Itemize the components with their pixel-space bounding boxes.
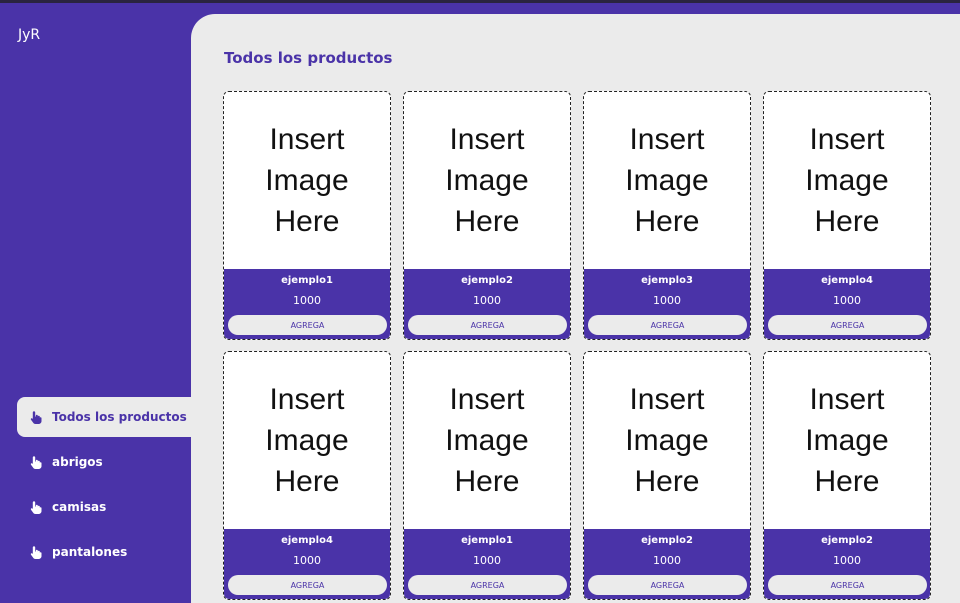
- sidebar-nav: Todos los productos abrigos camisas pant…: [17, 397, 191, 577]
- product-card-footer: ejemplo1 1000 AGREGA: [224, 269, 390, 339]
- hand-pointer-icon: [29, 455, 43, 469]
- hand-pointer-icon: [29, 410, 43, 424]
- product-card[interactable]: Insert Image Here ejemplo3 1000 AGREGA: [583, 91, 751, 340]
- product-card[interactable]: Insert Image Here ejemplo1 1000 AGREGA: [403, 351, 571, 600]
- product-card-footer: ejemplo2 1000 AGREGA: [404, 269, 570, 339]
- sidebar-item-label: camisas: [52, 500, 107, 514]
- sidebar-item-label: Todos los productos: [52, 410, 187, 424]
- product-card-footer: ejemplo4 1000 AGREGA: [224, 529, 390, 599]
- product-image-placeholder: Insert Image Here: [404, 352, 570, 529]
- add-to-cart-button[interactable]: AGREGA: [768, 575, 927, 595]
- product-name: ejemplo1: [461, 535, 513, 546]
- product-name: ejemplo1: [281, 275, 333, 286]
- sidebar-item-label: pantalones: [52, 545, 128, 559]
- product-name: ejemplo4: [821, 275, 873, 286]
- placeholder-text: Insert Image Here: [445, 123, 529, 238]
- product-image-placeholder: Insert Image Here: [764, 352, 930, 529]
- sidebar-item-abrigos[interactable]: abrigos: [17, 442, 191, 482]
- add-to-cart-button[interactable]: AGREGA: [408, 575, 567, 595]
- product-price: 1000: [653, 554, 681, 567]
- sidebar-item-pantalones[interactable]: pantalones: [17, 532, 191, 572]
- product-name: ejemplo2: [821, 535, 873, 546]
- product-image-placeholder: Insert Image Here: [404, 92, 570, 269]
- add-to-cart-button[interactable]: AGREGA: [228, 315, 387, 335]
- sidebar: JyR Todos los productos abrigos camisas …: [0, 3, 191, 603]
- product-name: ejemplo2: [641, 535, 693, 546]
- product-card[interactable]: Insert Image Here ejemplo2 1000 AGREGA: [763, 351, 931, 600]
- product-card[interactable]: Insert Image Here ejemplo2 1000 AGREGA: [403, 91, 571, 340]
- main-content: Todos los productos Insert Image Here ej…: [191, 14, 960, 603]
- product-name: ejemplo2: [461, 275, 513, 286]
- product-card-footer: ejemplo4 1000 AGREGA: [764, 269, 930, 339]
- product-card[interactable]: Insert Image Here ejemplo4 1000 AGREGA: [763, 91, 931, 340]
- add-to-cart-button[interactable]: AGREGA: [408, 315, 567, 335]
- add-to-cart-button[interactable]: AGREGA: [228, 575, 387, 595]
- add-to-cart-button[interactable]: AGREGA: [588, 575, 747, 595]
- product-image-placeholder: Insert Image Here: [584, 92, 750, 269]
- product-price: 1000: [293, 554, 321, 567]
- product-image-placeholder: Insert Image Here: [224, 92, 390, 269]
- placeholder-text: Insert Image Here: [625, 383, 709, 498]
- placeholder-text: Insert Image Here: [805, 383, 889, 498]
- product-grid: Insert Image Here ejemplo1 1000 AGREGA I…: [223, 91, 931, 600]
- sidebar-item-label: abrigos: [52, 455, 103, 469]
- placeholder-text: Insert Image Here: [805, 123, 889, 238]
- product-price: 1000: [833, 294, 861, 307]
- product-card[interactable]: Insert Image Here ejemplo4 1000 AGREGA: [223, 351, 391, 600]
- sidebar-item-todos-los-productos[interactable]: Todos los productos: [17, 397, 191, 437]
- product-card-footer: ejemplo1 1000 AGREGA: [404, 529, 570, 599]
- placeholder-text: Insert Image Here: [445, 383, 529, 498]
- product-image-placeholder: Insert Image Here: [584, 352, 750, 529]
- product-price: 1000: [293, 294, 321, 307]
- product-card[interactable]: Insert Image Here ejemplo2 1000 AGREGA: [583, 351, 751, 600]
- placeholder-text: Insert Image Here: [625, 123, 709, 238]
- add-to-cart-button[interactable]: AGREGA: [588, 315, 747, 335]
- product-name: ejemplo3: [641, 275, 693, 286]
- product-image-placeholder: Insert Image Here: [224, 352, 390, 529]
- product-price: 1000: [653, 294, 681, 307]
- hand-pointer-icon: [29, 545, 43, 559]
- app-logo[interactable]: JyR: [18, 27, 40, 43]
- product-card-footer: ejemplo3 1000 AGREGA: [584, 269, 750, 339]
- add-to-cart-button[interactable]: AGREGA: [768, 315, 927, 335]
- hand-pointer-icon: [29, 500, 43, 514]
- product-card-footer: ejemplo2 1000 AGREGA: [764, 529, 930, 599]
- product-name: ejemplo4: [281, 535, 333, 546]
- product-price: 1000: [473, 294, 501, 307]
- placeholder-text: Insert Image Here: [265, 383, 349, 498]
- product-image-placeholder: Insert Image Here: [764, 92, 930, 269]
- page-title: Todos los productos: [224, 49, 393, 67]
- placeholder-text: Insert Image Here: [265, 123, 349, 238]
- product-price: 1000: [833, 554, 861, 567]
- product-price: 1000: [473, 554, 501, 567]
- sidebar-item-camisas[interactable]: camisas: [17, 487, 191, 527]
- product-card[interactable]: Insert Image Here ejemplo1 1000 AGREGA: [223, 91, 391, 340]
- product-card-footer: ejemplo2 1000 AGREGA: [584, 529, 750, 599]
